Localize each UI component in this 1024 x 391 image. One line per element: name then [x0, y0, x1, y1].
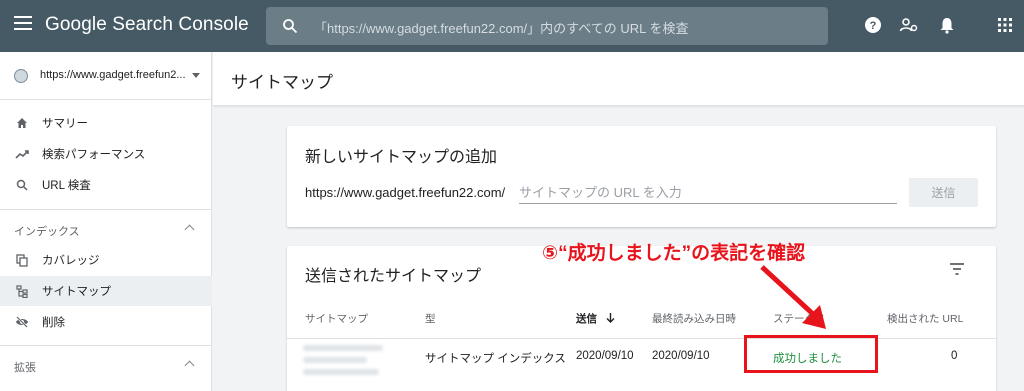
column-header-submitted[interactable]: 送信 — [576, 311, 615, 326]
add-sitemap-card: 新しいサイトマップの追加 https://www.gadget.freefun2… — [287, 126, 996, 227]
search-icon — [283, 19, 298, 34]
copy-icon — [14, 252, 30, 268]
cell-discovered-urls: 0 — [951, 350, 958, 362]
svg-text:?: ? — [870, 20, 877, 32]
annotation-callout: ⑤“成功しました”の表記を確認 — [542, 243, 806, 264]
page-title: サイトマップ — [231, 73, 333, 92]
sidebar-item-label: カバレッジ — [42, 255, 100, 267]
sidebar-item-label: サマリー — [42, 118, 88, 130]
row-divider — [287, 338, 996, 339]
help-icon[interactable]: ? — [862, 14, 884, 36]
globe-icon — [14, 69, 28, 83]
section-index[interactable]: インデックス — [0, 216, 212, 244]
sidebar-item-removals[interactable]: 削除 — [0, 307, 212, 337]
home-icon — [14, 115, 30, 131]
chevron-up-icon — [184, 224, 195, 235]
top-app-bar: Google Search Console 「https://www.gadge… — [0, 0, 1024, 52]
sidebar: https://www.gadget.freefun2... サマリー 検索パフ… — [0, 52, 212, 391]
menu-icon[interactable] — [14, 16, 32, 30]
sidebar-item-sitemaps[interactable]: サイトマップ — [0, 276, 212, 306]
column-header-type[interactable]: 型 — [425, 311, 436, 326]
cell-submitted: 2020/09/10 — [576, 350, 634, 362]
property-selector[interactable]: https://www.gadget.freefun2... — [0, 52, 212, 100]
base-url-prefix: https://www.gadget.freefun22.com/ — [305, 185, 506, 200]
search-icon — [14, 177, 30, 193]
sidebar-item-label: サイトマップ — [42, 286, 111, 298]
column-header-label: 送信 — [576, 313, 597, 325]
manage-users-icon[interactable] — [898, 14, 920, 36]
sidebar-item-label: URL 検査 — [42, 180, 91, 192]
filter-icon[interactable] — [949, 262, 965, 276]
app-title[interactable]: Google Search Console — [45, 14, 249, 36]
cell-last-read: 2020/09/10 — [652, 350, 710, 362]
column-header-discovered-urls[interactable]: 検出された URL — [887, 311, 963, 326]
caret-down-icon — [192, 73, 200, 78]
sidebar-item-coverage[interactable]: カバレッジ — [0, 245, 212, 275]
page-header: サイトマップ — [213, 52, 1024, 106]
sidebar-divider — [0, 209, 212, 210]
cell-type: サイトマップ インデックス — [425, 353, 566, 365]
visibility-off-icon — [14, 314, 30, 330]
add-sitemap-title: 新しいサイトマップの追加 — [305, 149, 498, 166]
sidebar-item-label: 削除 — [42, 317, 65, 329]
apps-grid-icon[interactable] — [994, 14, 1016, 36]
section-enhancements[interactable]: 拡張 — [0, 352, 212, 380]
submitted-sitemaps-title: 送信されたサイトマップ — [305, 268, 482, 285]
submitted-sitemaps-card: 送信されたサイトマップ サイトマップ 型 送信 最終読み込み日時 ステータス 検… — [287, 246, 996, 391]
sidebar-item-label: 検索パフォーマンス — [42, 149, 146, 161]
property-name: https://www.gadget.freefun2... — [40, 69, 186, 81]
chevron-up-icon — [184, 360, 195, 371]
sitemap-icon — [14, 283, 30, 299]
trending-up-icon — [14, 146, 30, 162]
sidebar-item-summary[interactable]: サマリー — [0, 108, 212, 138]
url-inspection-search[interactable]: 「https://www.gadget.freefun22.com/」内のすべて… — [266, 7, 828, 45]
column-header-sitemap[interactable]: サイトマップ — [305, 311, 368, 326]
submit-button[interactable]: 送信 — [909, 178, 978, 207]
sitemap-url-redacted[interactable] — [303, 345, 391, 383]
sidebar-divider — [0, 345, 212, 346]
search-placeholder[interactable]: 「https://www.gadget.freefun22.com/」内のすべて… — [314, 18, 689, 37]
annotation-arrow — [760, 265, 826, 329]
arrow-down-icon — [606, 313, 615, 323]
column-header-last-read[interactable]: 最終読み込み日時 — [652, 311, 736, 326]
sitemap-url-input[interactable] — [519, 182, 897, 204]
section-label: インデックス — [14, 226, 80, 238]
section-label: 拡張 — [14, 362, 36, 374]
sidebar-item-url-inspection[interactable]: URL 検査 — [0, 170, 212, 200]
notifications-icon[interactable] — [936, 14, 958, 36]
annotation-highlight-box — [744, 335, 878, 373]
sidebar-item-performance[interactable]: 検索パフォーマンス — [0, 139, 212, 169]
